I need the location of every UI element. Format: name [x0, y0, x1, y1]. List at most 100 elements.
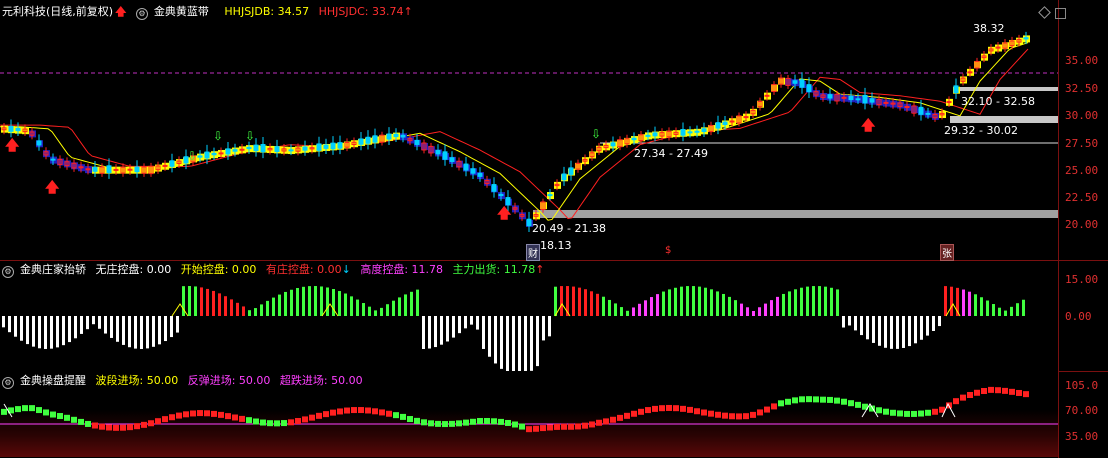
reminder-block: [281, 420, 287, 427]
limit-up-marker[interactable]: 张: [940, 244, 954, 261]
reminder-block: [1023, 391, 1029, 398]
indicator-bar: [230, 299, 233, 316]
reminder-block: [1002, 387, 1008, 394]
range-label-3: 27.34 - 27.49: [634, 147, 708, 160]
candlestick-chart[interactable]: 🡅 🡅 🡅 🡅 ⇩ ⇩ ⇩ ⇩: [0, 0, 1058, 260]
price-axis: 35.00 32.50 30.00 27.50 25.00 22.50 20.0…: [1038, 0, 1108, 260]
indicator-bar: [38, 316, 41, 349]
indicator-bar: [518, 316, 521, 371]
candle-body: [330, 142, 336, 150]
reminder-block: [64, 414, 70, 421]
window-icon[interactable]: [1055, 8, 1066, 19]
candle-body: [232, 149, 238, 152]
main-chart-panel[interactable]: 🡅 🡅 🡅 🡅 ⇩ ⇩ ⇩ ⇩ 元利科技(日线,前复权) 🡅 ⚙ 金典黄蓝带 HHJSJDB: 3…: [0, 0, 1058, 261]
candle-body: [85, 168, 91, 171]
reminder-block: [813, 396, 819, 403]
indicator-bar: [578, 287, 581, 316]
indicator-bar: [452, 316, 455, 338]
reminder-block: [729, 413, 735, 420]
reminder-block: [246, 417, 252, 424]
indicator-bar: [830, 287, 833, 316]
y-tick: 15.00: [1065, 273, 1099, 286]
indicator-bar: [938, 316, 941, 327]
reminder-block: [85, 420, 91, 427]
stock-name[interactable]: 元利科技(日线,前复权): [2, 5, 113, 18]
reminder-block: [260, 419, 266, 426]
reminder-block: [820, 396, 826, 403]
candle-body: [631, 137, 637, 141]
indicator-bar: [494, 316, 497, 364]
reminder-block: [1009, 388, 1015, 395]
reminder-block: [680, 405, 686, 412]
reminder-block: [960, 394, 966, 401]
reminder-block: [890, 409, 896, 416]
y-tick: 22.50: [1065, 191, 1099, 204]
candle-body: [946, 101, 952, 104]
indicator-bar: [902, 316, 905, 348]
reminder-block: [526, 426, 532, 433]
reminder-block: [428, 420, 434, 427]
candle-body: [526, 218, 532, 227]
indicator-bar: [188, 286, 191, 316]
candle-body: [547, 194, 553, 197]
indicator-bar: [62, 316, 65, 346]
reminder-block: [561, 423, 567, 430]
reminder-block: [323, 411, 329, 418]
indicator-bar: [422, 316, 425, 349]
indicator-bar: [200, 287, 203, 316]
gear-icon[interactable]: ⚙: [2, 266, 14, 278]
indicator-bar: [506, 316, 509, 371]
indicator-bar: [992, 304, 995, 316]
indicator-bar: [104, 316, 107, 334]
indicator-bar: [152, 316, 155, 347]
reminder-block: [603, 418, 609, 425]
kskp-value: 开始控盘: 0.00: [180, 263, 257, 276]
indicator-bar: [890, 316, 893, 349]
candle-body: [239, 148, 245, 151]
hhjsjdc-value: HHJSJDC: 33.74: [318, 5, 404, 18]
indicator-bar: [914, 316, 917, 344]
reminder-signal: [3, 402, 956, 418]
dividend-marker[interactable]: $: [664, 245, 672, 256]
reminder-block: [351, 407, 357, 414]
indicator-bar: [338, 291, 341, 316]
indicator-bar: [842, 316, 845, 328]
y-tick: 30.00: [1065, 109, 1099, 122]
indicator3-name[interactable]: 金典操盘提醒: [20, 374, 86, 387]
indicator-bar: [662, 291, 665, 316]
candle-body: [610, 142, 616, 147]
candle-body: [953, 85, 959, 94]
arrow-up-icon: ↑: [535, 263, 545, 276]
gear-icon[interactable]: ⚙: [2, 377, 14, 389]
indicator-bar: [620, 307, 623, 316]
indicator-bar: [272, 297, 275, 316]
reminder-block: [736, 413, 742, 420]
indicator2-name[interactable]: 金典庄家抬轿: [20, 263, 86, 276]
volume-indicator-panel[interactable]: ⚙ 金典庄家抬轿 无庄控盘: 0.00 开始控盘: 0.00 有庄控盘: 0.00…: [0, 260, 1058, 372]
candle-body: [253, 144, 259, 152]
indicator-bar: [602, 296, 605, 316]
candle-body: [848, 96, 854, 101]
finance-marker[interactable]: 财: [526, 244, 540, 261]
indicator-bar: [218, 293, 221, 316]
reminder-block: [974, 389, 980, 396]
indicator-bar: [728, 296, 731, 316]
candle-body: [323, 144, 329, 149]
reminder-block: [806, 396, 812, 403]
reminder-block: [141, 421, 147, 428]
indicator-name[interactable]: 金典黄蓝带: [154, 5, 209, 18]
indicator-bar: [542, 316, 545, 341]
reminder-block: [876, 407, 882, 414]
reminder-block: [617, 414, 623, 421]
sell-arrow-icon: ⇩: [213, 129, 223, 143]
reminder-block: [57, 413, 63, 420]
indicator-bar: [512, 316, 515, 371]
reminder-block: [190, 410, 196, 417]
trade-reminder-panel[interactable]: ⚙ 金典操盘提醒 波段进场: 50.00 反弹进场: 50.00 超跌进场: 50…: [0, 371, 1058, 457]
candle-body: [274, 146, 280, 152]
gear-icon[interactable]: ⚙: [135, 8, 148, 20]
hhjsjdb-value: HHJSJDB: 34.57: [224, 5, 310, 18]
indicator-bar: [470, 316, 473, 325]
indicator-bar: [488, 316, 491, 357]
indicator-bar: [68, 316, 71, 343]
